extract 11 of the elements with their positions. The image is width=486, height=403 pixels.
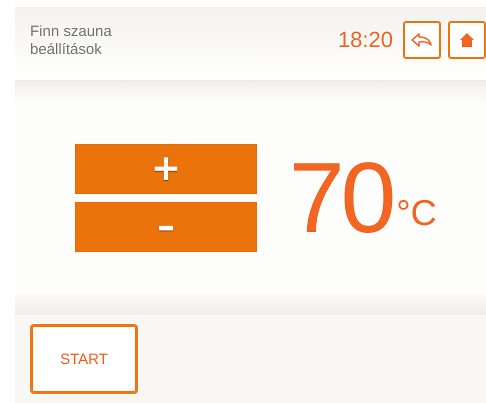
start-button[interactable]: START	[30, 324, 138, 394]
back-arrow-icon	[411, 32, 433, 48]
increase-button[interactable]: +	[75, 144, 257, 194]
home-button[interactable]	[448, 20, 486, 58]
clock-time: 18:20	[338, 26, 393, 52]
decrease-button[interactable]: –	[75, 202, 257, 252]
screen-title: Finn szauna beállítások	[30, 22, 113, 58]
home-icon	[459, 32, 475, 48]
back-button[interactable]	[403, 20, 441, 58]
temperature-value: 70	[289, 148, 392, 248]
temperature-unit: °C	[396, 192, 437, 234]
